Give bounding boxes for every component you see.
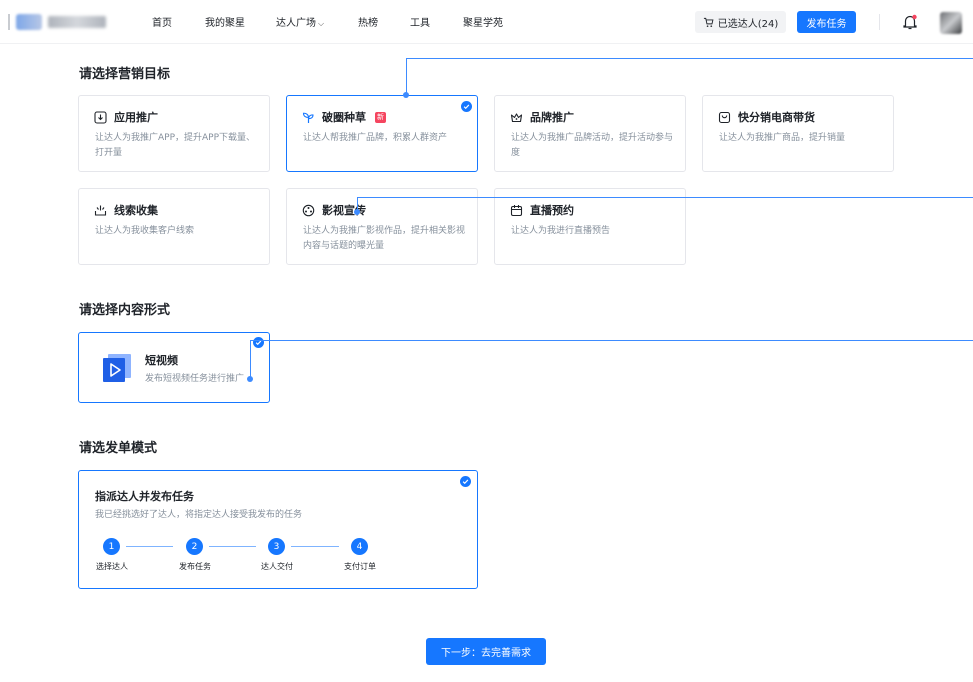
- top-nav-bar: 首页 我的聚星 达人广场 ⌵ 热榜 工具 聚星学苑 已选达人(24) 发布任务: [0, 0, 973, 44]
- annotation-connector: [406, 58, 407, 95]
- goal-card-desc: 让达人帮我推广品牌，积累人群资产: [303, 133, 448, 143]
- content-card-title: 短视频: [145, 354, 178, 367]
- bell-icon[interactable]: [902, 13, 918, 31]
- user-avatar[interactable]: [940, 12, 962, 34]
- goal-card-desc: 让达人为我推广影视作品，提升相关影视内容与话题的曝光量: [303, 226, 466, 251]
- logo-mark: [16, 14, 42, 30]
- step-connector: [209, 546, 256, 547]
- chevron-down-icon: ⌵: [318, 19, 325, 28]
- step-3-dot: 3: [268, 538, 285, 555]
- selected-check-icon: [460, 476, 471, 487]
- goal-card-desc: 让达人为我推广APP，提升APP下载量、打开量: [95, 133, 256, 158]
- content-card-desc: 发布短视频任务进行推广: [145, 374, 245, 384]
- goal-card-ecommerce[interactable]: 快分销电商带货 让达人为我推广商品，提升销量: [702, 95, 894, 172]
- publish-task-button[interactable]: 发布任务: [797, 11, 856, 33]
- shopping-bag-icon: [718, 111, 731, 123]
- nav-my-juxing[interactable]: 我的聚星: [205, 14, 245, 29]
- film-reel-icon: [302, 204, 315, 216]
- step-2-label: 发布任务: [179, 562, 211, 571]
- goal-section-title: 请选择营销目标: [79, 67, 171, 82]
- selected-check-icon: [461, 101, 472, 112]
- cart-icon: [703, 17, 714, 27]
- annotation-anchor: [354, 209, 360, 215]
- download-box-icon: [94, 110, 107, 124]
- next-step-button[interactable]: 下一步：去完善需求: [426, 638, 546, 665]
- goal-card-desc: 让达人为我推广商品，提升销量: [719, 133, 846, 143]
- goal-card-lead-collection[interactable]: 线索收集 让达人为我收集客户线索: [78, 188, 270, 265]
- nav-academy[interactable]: 聚星学苑: [463, 14, 503, 29]
- calendar-icon: [510, 204, 523, 216]
- goal-card-title: 快分销电商带货: [738, 111, 815, 124]
- crown-icon: [510, 112, 523, 122]
- nav-creator-square-label: 达人广场: [276, 18, 316, 29]
- annotation-connector: [250, 340, 973, 341]
- content-section-title: 请选择内容形式: [79, 303, 171, 318]
- goal-card-brand-promotion[interactable]: 品牌推广 让达人为我推广品牌活动，提升活动参与度: [494, 95, 686, 172]
- goal-card-title: 应用推广: [114, 111, 158, 124]
- step-4-dot: 4: [351, 538, 368, 555]
- mode-card-desc: 我已经挑选好了达人，将指定达人接受我发布的任务: [95, 510, 303, 520]
- goal-card-desc: 让达人为我进行直播预告: [511, 226, 611, 236]
- brand-logo[interactable]: [8, 13, 108, 31]
- goal-card-desc: 让达人为我收集客户线索: [95, 226, 195, 236]
- goal-card-title: 直播预约: [530, 204, 574, 217]
- mode-section-title: 请选发单模式: [79, 441, 158, 456]
- step-4-label: 支付订单: [344, 562, 376, 571]
- goal-card-app-promotion[interactable]: 应用推广 让达人为我推广APP，提升APP下载量、打开量: [78, 95, 270, 172]
- goal-card-film-promotion[interactable]: 影视宣传 让达人为我推广影视作品，提升相关影视内容与话题的曝光量: [286, 188, 478, 265]
- annotation-anchor: [247, 376, 253, 382]
- content-card-short-video[interactable]: 短视频 发布短视频任务进行推广: [78, 332, 270, 403]
- nav-home[interactable]: 首页: [152, 14, 172, 29]
- annotation-anchor: [403, 92, 409, 98]
- nav-divider: [879, 14, 880, 30]
- mode-card-title: 指派达人并发布任务: [95, 490, 194, 503]
- nav-creator-square[interactable]: 达人广场 ⌵: [276, 14, 324, 29]
- short-video-icon: [103, 354, 131, 382]
- step-3-label: 达人交付: [261, 562, 293, 571]
- nav-tools[interactable]: 工具: [410, 14, 430, 29]
- goal-card-brand-seeding[interactable]: 破圈种草 新 让达人帮我推广品牌，积累人群资产: [286, 95, 478, 172]
- step-connector: [291, 546, 339, 547]
- sprout-icon: [302, 112, 314, 123]
- logo-divider: [8, 14, 10, 30]
- step-connector: [126, 546, 173, 547]
- goal-card-title: 线索收集: [114, 204, 158, 217]
- logo-wordmark: [48, 16, 106, 28]
- annotation-connector: [250, 340, 251, 379]
- selected-check-icon: [253, 337, 264, 348]
- collect-icon: [94, 205, 107, 216]
- nav-hot-list[interactable]: 热榜: [358, 14, 378, 29]
- selected-creators-button[interactable]: 已选达人(24): [695, 11, 786, 33]
- selected-creators-label: 已选达人(24): [717, 18, 779, 30]
- annotation-connector: [357, 197, 973, 198]
- step-2-dot: 2: [186, 538, 203, 555]
- goal-card-title: 品牌推广: [530, 111, 574, 124]
- goal-card-desc: 让达人为我推广品牌活动，提升活动参与度: [511, 133, 674, 158]
- annotation-connector: [406, 58, 973, 59]
- mode-card-assign-creators[interactable]: 指派达人并发布任务 我已经挑选好了达人，将指定达人接受我发布的任务 1 2 3 …: [78, 470, 478, 589]
- new-badge: 新: [375, 111, 386, 123]
- step-1-label: 选择达人: [96, 562, 128, 571]
- goal-card-live-reservation[interactable]: 直播预约 让达人为我进行直播预告: [494, 188, 686, 265]
- step-1-dot: 1: [103, 538, 120, 555]
- goal-card-title: 破圈种草: [322, 111, 366, 124]
